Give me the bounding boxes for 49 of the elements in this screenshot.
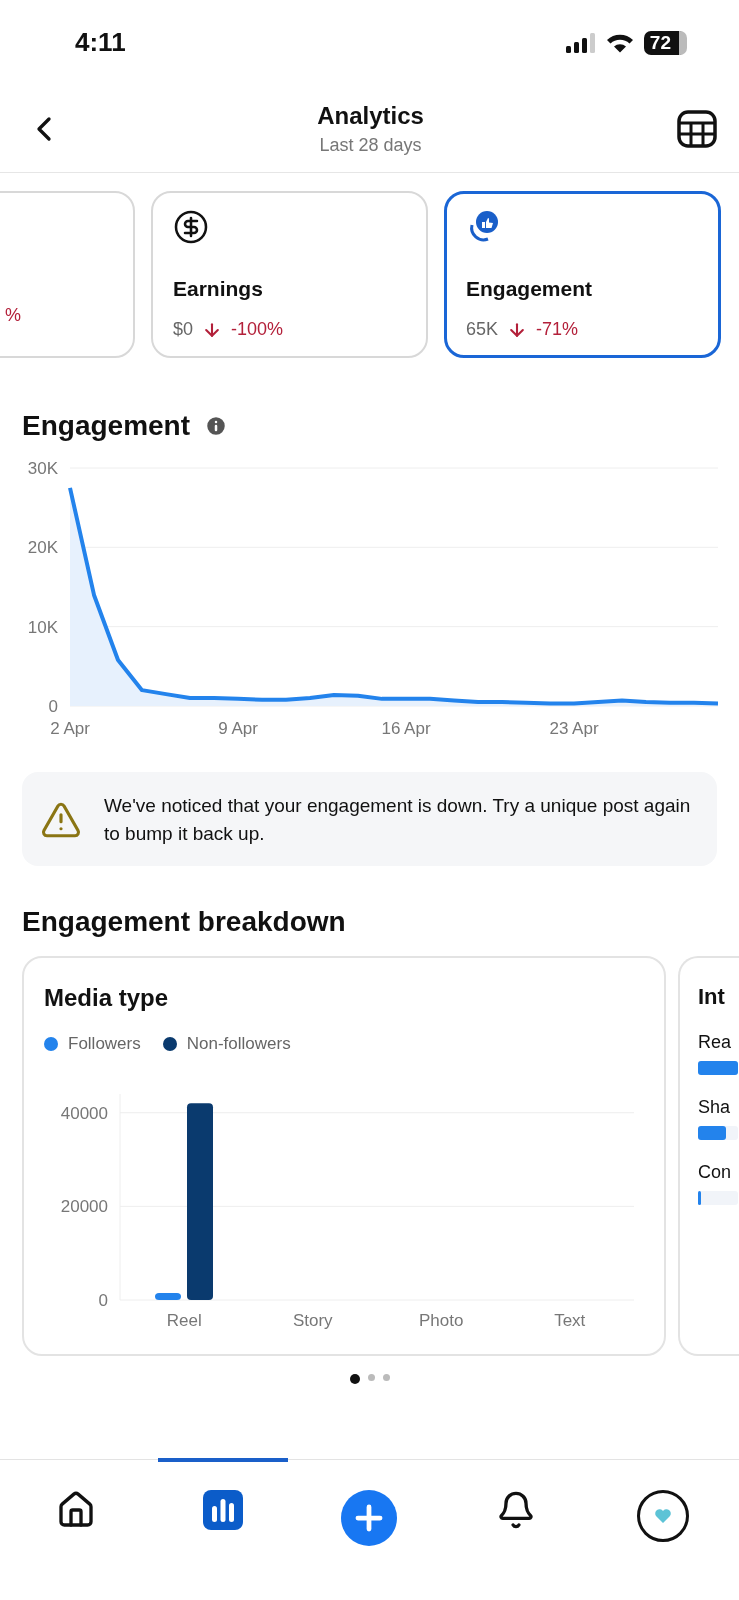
metric-change: -100% — [231, 319, 284, 340]
metric-change: -71% — [536, 319, 579, 340]
axis-label: 20000 — [60, 1197, 108, 1217]
metric-card[interactable]: Engagement 65K -71% — [444, 191, 721, 358]
page-title: Analytics — [317, 101, 424, 130]
metric-card[interactable]: % — [0, 191, 135, 358]
legend-label: Non-followers — [186, 1034, 291, 1054]
notice-text: We've noticed that your engagement is down. Try a unique post again to bump it back up. — [104, 794, 692, 846]
dollar-circle-icon — [173, 209, 209, 245]
axis-label: 30K — [27, 459, 58, 478]
card-title: Int — [698, 984, 726, 1010]
avatar — [636, 1490, 689, 1542]
metric-value: 65K — [466, 319, 499, 340]
axis-label: 16 Apr — [381, 719, 431, 738]
axis-label: 0 — [98, 1291, 108, 1310]
legend-label: Followers — [68, 1034, 141, 1054]
status-time: 4:11 — [75, 27, 126, 58]
signal-icon — [565, 32, 596, 53]
row-label: Con — [698, 1162, 733, 1183]
bar — [155, 1293, 181, 1300]
metric-card[interactable]: Earnings $0 -100% — [151, 191, 428, 358]
section-title: Engagement — [22, 410, 191, 442]
page-subtitle: Last 28 days — [319, 134, 422, 156]
card-title: Media type — [44, 984, 170, 1012]
table-icon[interactable] — [677, 108, 717, 149]
section-title: Engagement breakdown — [21, 906, 347, 938]
axis-label: 2 Apr — [50, 719, 90, 738]
page-dot[interactable] — [367, 1374, 375, 1381]
axis-label: 23 Apr — [549, 719, 599, 738]
metric-title: Earnings — [173, 277, 264, 301]
metric-value: $0 — [173, 319, 194, 340]
page-dot[interactable] — [382, 1374, 390, 1381]
bar-chart-icon — [202, 1490, 243, 1530]
axis-label: 10K — [27, 617, 58, 637]
metric-change: % — [5, 305, 21, 326]
wifi-icon — [605, 32, 634, 53]
axis-label: 9 Apr — [218, 719, 258, 738]
axis-label: Reel — [166, 1311, 202, 1330]
axis-label: 0 — [48, 697, 58, 716]
axis-label: Photo — [419, 1311, 464, 1330]
axis-label: Text — [554, 1311, 586, 1330]
axis-label: 20K — [27, 538, 58, 558]
axis-label: Story — [292, 1311, 333, 1330]
axis-label: 40000 — [60, 1103, 108, 1123]
row-label: Sha — [698, 1097, 732, 1118]
battery-level: 72 — [643, 30, 687, 55]
page-dot[interactable] — [349, 1374, 360, 1384]
row-label: Rea — [698, 1032, 733, 1053]
metric-title: Engagement — [466, 277, 594, 301]
